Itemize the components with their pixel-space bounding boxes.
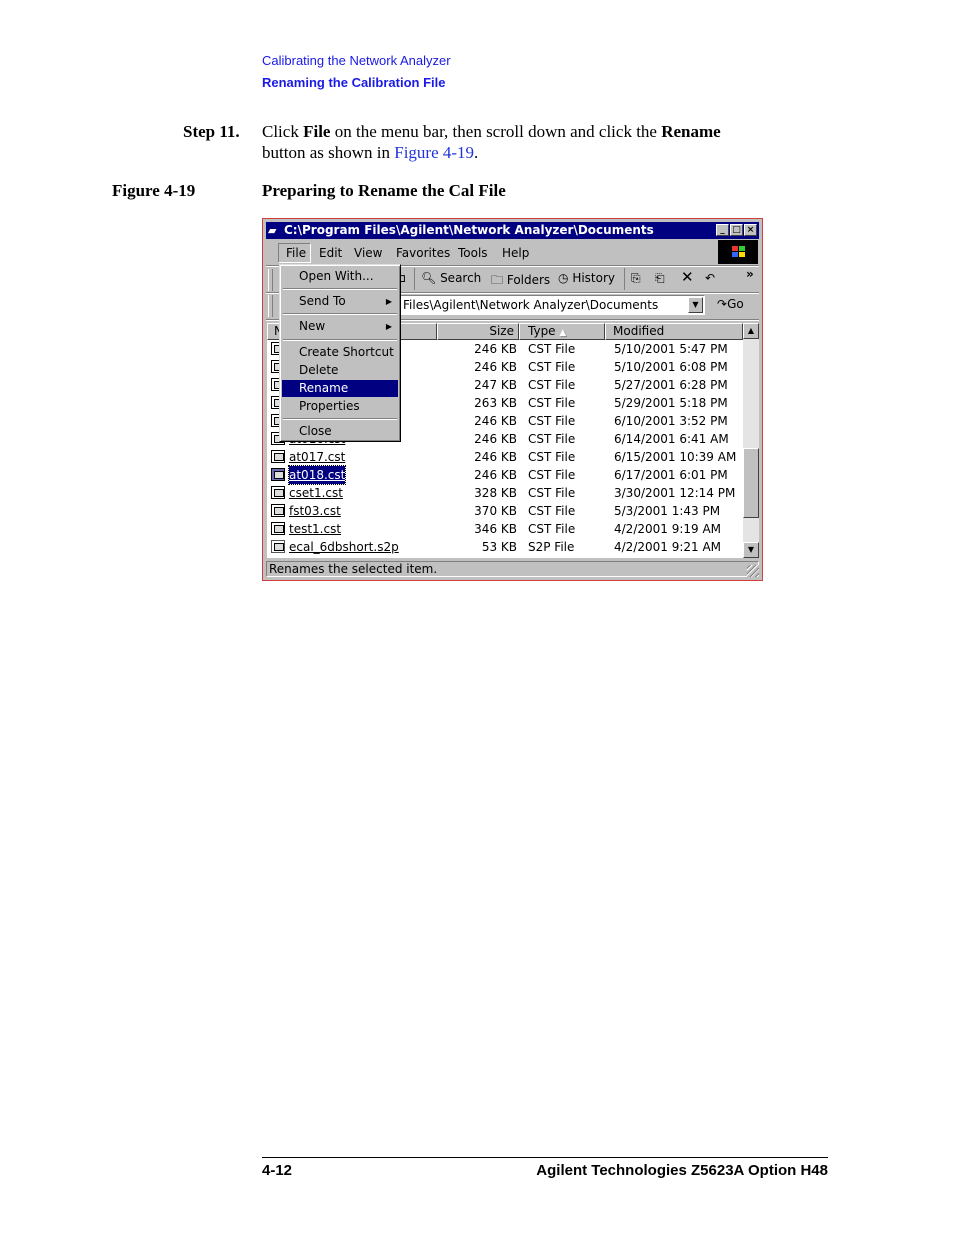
figure-number: Figure 4-19	[112, 181, 196, 200]
address-field[interactable]: Files\Agilent\Network Analyzer\Documents	[399, 295, 705, 315]
page-number: 4-12	[262, 1162, 293, 1179]
vertical-scrollbar[interactable]: ▲ ▼	[743, 323, 759, 558]
menu-item-delete[interactable]: Delete	[282, 362, 398, 379]
menu-item-rename[interactable]: Rename	[282, 380, 398, 397]
submenu-arrow-icon: ▶	[385, 297, 392, 306]
column-header-modified[interactable]: Modified	[605, 323, 743, 340]
menu-separator	[283, 288, 397, 290]
file-dropdown-menu: Open With... Send To ▶ New ▶ Create Shortc…	[279, 264, 401, 442]
go-button[interactable]: ↷Go	[717, 297, 744, 311]
toolbar-grip	[268, 269, 273, 291]
column-header-size[interactable]: Size	[437, 323, 519, 340]
folders-button[interactable]: 🗀 Folders	[491, 271, 550, 292]
menu-item-create-shortcut[interactable]: Create Shortcut	[282, 344, 398, 361]
step-label: Step 11.	[183, 122, 240, 141]
address-dropdown-icon[interactable]: ▼	[688, 297, 703, 313]
minimize-icon[interactable]: _	[716, 224, 729, 236]
menu-item-properties[interactable]: Properties	[282, 398, 398, 415]
column-header-type[interactable]: Type ▲	[519, 323, 605, 340]
title-bar: ▰ C:\Program Files\Agilent\Network Analy…	[266, 222, 759, 239]
figure-link[interactable]: Figure 4-19	[394, 143, 474, 162]
copy-to-icon[interactable]: ⎗	[655, 271, 665, 286]
folders-icon: 🗀	[491, 273, 504, 287]
footer-rule	[262, 1157, 828, 1158]
history-button[interactable]: ◷ History	[558, 271, 615, 285]
menu-item-open-with[interactable]: Open With...	[282, 268, 398, 285]
menu-separator	[283, 418, 397, 420]
menu-help[interactable]: Help	[502, 246, 529, 260]
sort-ascending-icon: ▲	[559, 328, 567, 338]
move-to-icon[interactable]: ⎘	[631, 271, 641, 286]
menu-favorites[interactable]: Favorites	[396, 246, 450, 260]
undo-icon[interactable]: ↶	[705, 271, 715, 285]
running-header-section: Renaming the Calibration File	[262, 75, 446, 90]
scroll-thumb[interactable]	[743, 448, 759, 518]
menu-edit[interactable]: Edit	[319, 246, 342, 260]
cst-file-icon	[271, 486, 285, 499]
address-grip	[268, 295, 273, 317]
status-text: Renames the selected item.	[269, 562, 438, 576]
list-item-selected[interactable]: at018.cst 246 KB CST File 6/17/2001 6:01 PM	[267, 465, 743, 485]
cst-file-icon	[271, 504, 285, 517]
close-icon[interactable]: ×	[744, 224, 757, 236]
menu-item-send-to[interactable]: Send To ▶	[282, 293, 398, 310]
delete-icon[interactable]: ✕	[681, 268, 694, 286]
menu-item-new[interactable]: New ▶	[282, 318, 398, 335]
scroll-down-icon[interactable]: ▼	[743, 542, 759, 558]
step-text: Click File on the menu bar, then scroll …	[262, 122, 721, 162]
explorer-window: ▰ C:\Program Files\Agilent\Network Analy…	[262, 218, 763, 581]
window-title: C:\Program Files\Agilent\Network Analyze…	[284, 223, 654, 237]
list-item[interactable]: cset1.cst 328 KB CST File 3/30/2001 12:14 P…	[267, 484, 743, 502]
menu-separator	[283, 313, 397, 315]
s2p-file-icon	[271, 540, 285, 553]
cst-file-icon	[271, 468, 285, 481]
history-icon: ◷	[558, 271, 569, 285]
list-item[interactable]: fst03.cst 370 KB CST File 5/3/2001 1:43 PM	[267, 502, 743, 520]
maximize-icon[interactable]: □	[730, 224, 743, 236]
list-item[interactable]: at017.cst 246 KB CST File 6/15/2001 10:39 A…	[267, 448, 743, 466]
separator	[414, 268, 415, 290]
search-icon: 🔍︎	[421, 271, 437, 285]
submenu-arrow-icon: ▶	[385, 322, 392, 331]
figure-caption: Preparing to Rename the Cal File	[262, 181, 506, 200]
search-button[interactable]: 🔍︎ Search	[421, 271, 481, 285]
more-icon[interactable]: »	[746, 267, 754, 281]
list-item[interactable]: ecal_6dbshort.s2p 53 KB S2P File 4/2/2001 9…	[267, 538, 743, 556]
resize-grip-icon[interactable]	[747, 565, 759, 577]
footer-product: Agilent Technologies Z5623A Option H48	[536, 1162, 828, 1179]
separator	[624, 268, 625, 290]
cst-file-icon	[271, 522, 285, 535]
cst-file-icon	[271, 450, 285, 463]
running-header-chapter: Calibrating the Network Analyzer	[262, 53, 451, 68]
list-item[interactable]: test1.cst 346 KB CST File 4/2/2001 9:19 AM	[267, 520, 743, 538]
go-arrow-icon: ↷	[717, 297, 728, 311]
scroll-up-icon[interactable]: ▲	[743, 323, 759, 339]
status-bar: Renames the selected item.	[266, 561, 759, 577]
menu-view[interactable]: View	[354, 246, 382, 260]
menu-separator	[283, 339, 397, 341]
windows-logo-icon	[718, 240, 758, 264]
menu-file[interactable]: File	[286, 246, 306, 260]
menu-tools[interactable]: Tools	[458, 246, 488, 260]
folder-icon: ▰	[268, 224, 277, 237]
menu-item-close[interactable]: Close	[282, 423, 398, 440]
